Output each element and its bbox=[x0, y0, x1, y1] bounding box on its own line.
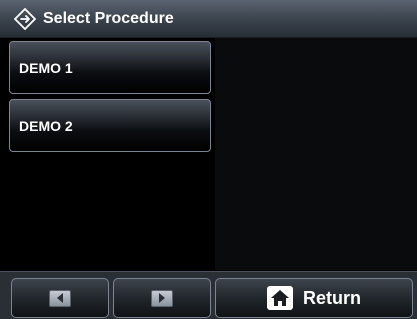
navigate-arrows-icon bbox=[13, 7, 37, 31]
screen: Select Procedure DEMO 1 DEMO 2 Return bbox=[0, 0, 417, 319]
page-title: Select Procedure bbox=[43, 9, 174, 27]
arrow-right-icon bbox=[151, 289, 173, 307]
return-label: Return bbox=[303, 287, 361, 308]
procedure-item-label: DEMO 1 bbox=[19, 59, 73, 76]
title-bar: Select Procedure bbox=[0, 0, 417, 38]
empty-list-area bbox=[215, 38, 417, 270]
procedure-list: DEMO 1 DEMO 2 bbox=[9, 41, 213, 157]
procedure-item-demo-1[interactable]: DEMO 1 bbox=[9, 41, 211, 94]
procedure-item-label: DEMO 2 bbox=[19, 117, 73, 134]
previous-page-button[interactable] bbox=[11, 278, 109, 318]
home-icon bbox=[267, 286, 293, 310]
bottom-bar: Return bbox=[0, 271, 417, 319]
arrow-left-icon bbox=[49, 289, 71, 307]
return-button[interactable]: Return bbox=[215, 278, 413, 318]
procedure-item-demo-2[interactable]: DEMO 2 bbox=[9, 99, 211, 152]
next-page-button[interactable] bbox=[113, 278, 211, 318]
